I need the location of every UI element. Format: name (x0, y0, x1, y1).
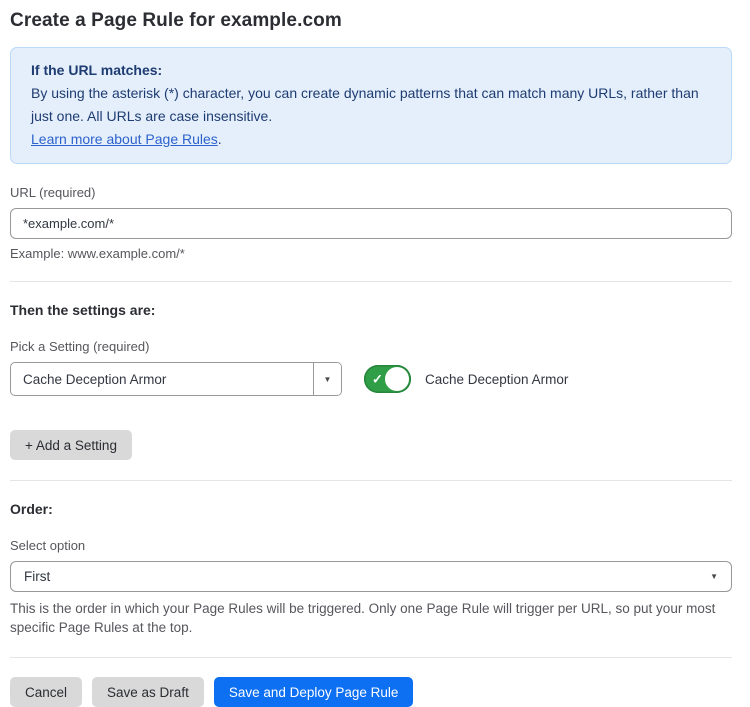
info-box-body: By using the asterisk (*) character, you… (31, 82, 711, 128)
setting-dropdown-value: Cache Deception Armor (11, 363, 313, 395)
footer-actions: Cancel Save as Draft Save and Deploy Pag… (10, 677, 732, 707)
save-and-deploy-button[interactable]: Save and Deploy Page Rule (214, 677, 414, 707)
chevron-down-icon: ▼ (324, 375, 332, 384)
divider (10, 480, 732, 481)
page-title: Create a Page Rule for example.com (10, 8, 732, 34)
setting-dropdown-arrow-button[interactable]: ▼ (313, 363, 341, 395)
info-box-heading: If the URL matches: (31, 59, 711, 82)
order-help-text: This is the order in which your Page Rul… (10, 599, 732, 637)
settings-section-heading: Then the settings are: (10, 302, 732, 318)
cancel-button[interactable]: Cancel (10, 677, 82, 707)
save-as-draft-button[interactable]: Save as Draft (92, 677, 204, 707)
toggle-label: Cache Deception Armor (425, 372, 568, 387)
page-rule-form: Create a Page Rule for example.com If th… (0, 0, 750, 679)
add-setting-button[interactable]: + Add a Setting (10, 430, 132, 460)
learn-more-link[interactable]: Learn more about Page Rules (31, 131, 218, 147)
info-box-link-line: Learn more about Page Rules. (31, 128, 711, 151)
url-matches-info-box: If the URL matches: By using the asteris… (10, 47, 732, 164)
chevron-down-icon: ▼ (710, 572, 718, 581)
order-section-heading: Order: (10, 501, 732, 517)
divider (10, 657, 732, 658)
url-field-label: URL (required) (10, 185, 732, 200)
divider (10, 281, 732, 282)
order-select-label: Select option (10, 538, 732, 553)
order-select-value: First (24, 569, 50, 584)
order-select[interactable]: First ▼ (10, 561, 732, 592)
toggle-knob (385, 367, 409, 391)
setting-row: Cache Deception Armor ▼ ✓ Cache Deceptio… (10, 362, 732, 396)
url-input[interactable] (10, 208, 732, 239)
setting-dropdown[interactable]: Cache Deception Armor ▼ (10, 362, 342, 396)
link-period: . (218, 131, 222, 147)
url-example-hint: Example: www.example.com/* (10, 246, 732, 261)
check-icon: ✓ (372, 373, 383, 386)
cache-deception-armor-toggle[interactable]: ✓ (364, 365, 411, 393)
pick-setting-label: Pick a Setting (required) (10, 339, 732, 354)
